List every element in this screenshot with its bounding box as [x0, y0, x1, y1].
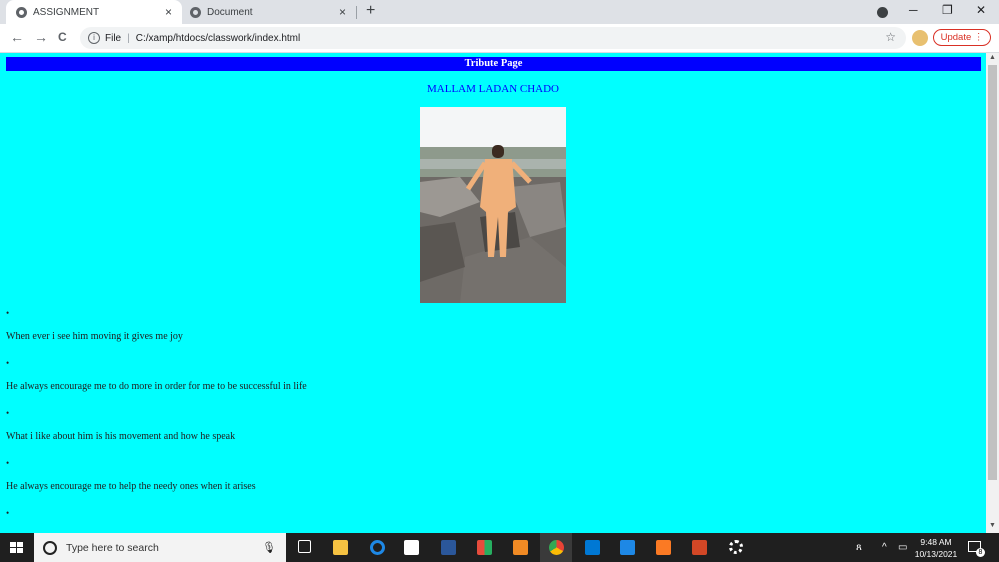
- new-tab-button[interactable]: +: [366, 2, 375, 20]
- list-bullet: •: [6, 358, 10, 368]
- windows-taskbar: Type here to search 🎙 ጸ ^ ▭ 9:48 AM 10/1…: [0, 533, 999, 562]
- page-heading: MALLAM LADAN CHADO: [427, 83, 559, 95]
- window-close-button[interactable]: ✕: [976, 3, 986, 17]
- forward-button[interactable]: →: [34, 29, 48, 45]
- tab-divider: [356, 6, 357, 19]
- search-placeholder: Type here to search: [66, 541, 159, 554]
- list-bullet: •: [6, 508, 10, 518]
- list-item: What i like about him is his movement an…: [6, 431, 236, 442]
- tab-document[interactable]: Document ×: [182, 0, 356, 24]
- tab-close-icon[interactable]: ×: [339, 5, 346, 19]
- microphone-icon[interactable]: 🎙: [262, 541, 276, 554]
- word-icon[interactable]: [441, 540, 456, 555]
- tab-assignment[interactable]: ASSIGNMENT ×: [6, 0, 182, 24]
- sublime-icon[interactable]: [513, 540, 528, 555]
- profile-avatar[interactable]: [912, 30, 928, 46]
- address-separator: |: [127, 32, 130, 44]
- clock-time: 9:48 AM: [920, 537, 952, 547]
- powerpoint-icon[interactable]: [692, 540, 707, 555]
- taskbar-clock[interactable]: 9:48 AM 10/13/2021: [912, 536, 960, 560]
- tab-title: Document: [207, 6, 253, 18]
- edge-icon[interactable]: [370, 540, 385, 555]
- notification-badge: 8: [976, 548, 985, 557]
- office-icon[interactable]: [477, 540, 492, 555]
- restore-button[interactable]: ❐: [942, 3, 953, 17]
- tab-title: ASSIGNMENT: [33, 6, 100, 18]
- windows-start-icon[interactable]: [10, 542, 23, 554]
- mail-icon[interactable]: [585, 540, 600, 555]
- minimize-button[interactable]: ─: [909, 3, 918, 17]
- taskbar-search-box[interactable]: Type here to search 🎙: [34, 533, 286, 562]
- list-bullet: •: [6, 308, 10, 318]
- tab-close-icon[interactable]: ×: [165, 5, 172, 19]
- browser-toolbar: ← → C i File | C:/xamp/htdocs/classwork/…: [0, 24, 999, 53]
- info-icon[interactable]: i: [88, 32, 100, 44]
- tray-chevron-icon[interactable]: ^: [882, 542, 887, 553]
- settings-icon[interactable]: [729, 540, 743, 554]
- reload-button[interactable]: C: [58, 30, 67, 44]
- scroll-thumb[interactable]: [988, 65, 997, 480]
- store-icon[interactable]: [404, 540, 419, 555]
- scroll-down-icon[interactable]: ▼: [989, 522, 996, 529]
- tab-strip: ASSIGNMENT × Document × + ─ ❐ ✕: [0, 0, 999, 24]
- chrome-icon[interactable]: [549, 540, 564, 555]
- cortana-icon[interactable]: [43, 540, 57, 555]
- people-icon[interactable]: ጸ: [856, 542, 862, 553]
- address-prefix: File: [105, 32, 122, 44]
- list-item: He always encourage me to do more in ord…: [6, 381, 307, 392]
- back-button[interactable]: ←: [10, 29, 24, 45]
- file-explorer-icon[interactable]: [333, 540, 348, 555]
- clock-date: 10/13/2021: [914, 549, 958, 559]
- list-bullet: •: [6, 458, 10, 468]
- tab-search-icon[interactable]: [877, 7, 888, 18]
- globe-icon: [190, 6, 201, 18]
- update-button[interactable]: Update ⋮: [933, 29, 991, 46]
- page-scrollbar[interactable]: ▲ ▼: [986, 53, 999, 533]
- bookmark-star-icon[interactable]: ☆: [885, 30, 896, 44]
- list-item: When ever i see him moving it gives me j…: [6, 331, 183, 342]
- address-bar[interactable]: i File | C:/xamp/htdocs/classwork/index.…: [80, 27, 906, 49]
- scroll-up-icon[interactable]: ▲: [989, 54, 996, 61]
- vscode-icon[interactable]: [620, 540, 635, 555]
- task-view-icon[interactable]: [298, 540, 311, 553]
- list-item: He always encourage me to help the needy…: [6, 481, 256, 492]
- xampp-icon[interactable]: [656, 540, 671, 555]
- list-bullet: •: [6, 408, 10, 418]
- tribute-photo: [420, 107, 566, 303]
- battery-icon[interactable]: ▭: [898, 542, 907, 553]
- globe-icon: [16, 6, 27, 18]
- address-url[interactable]: C:/xamp/htdocs/classwork/index.html: [136, 33, 301, 44]
- page-banner: Tribute Page: [6, 57, 981, 71]
- page-content: Tribute Page MALLAM LADAN CHADO • When e…: [0, 53, 986, 533]
